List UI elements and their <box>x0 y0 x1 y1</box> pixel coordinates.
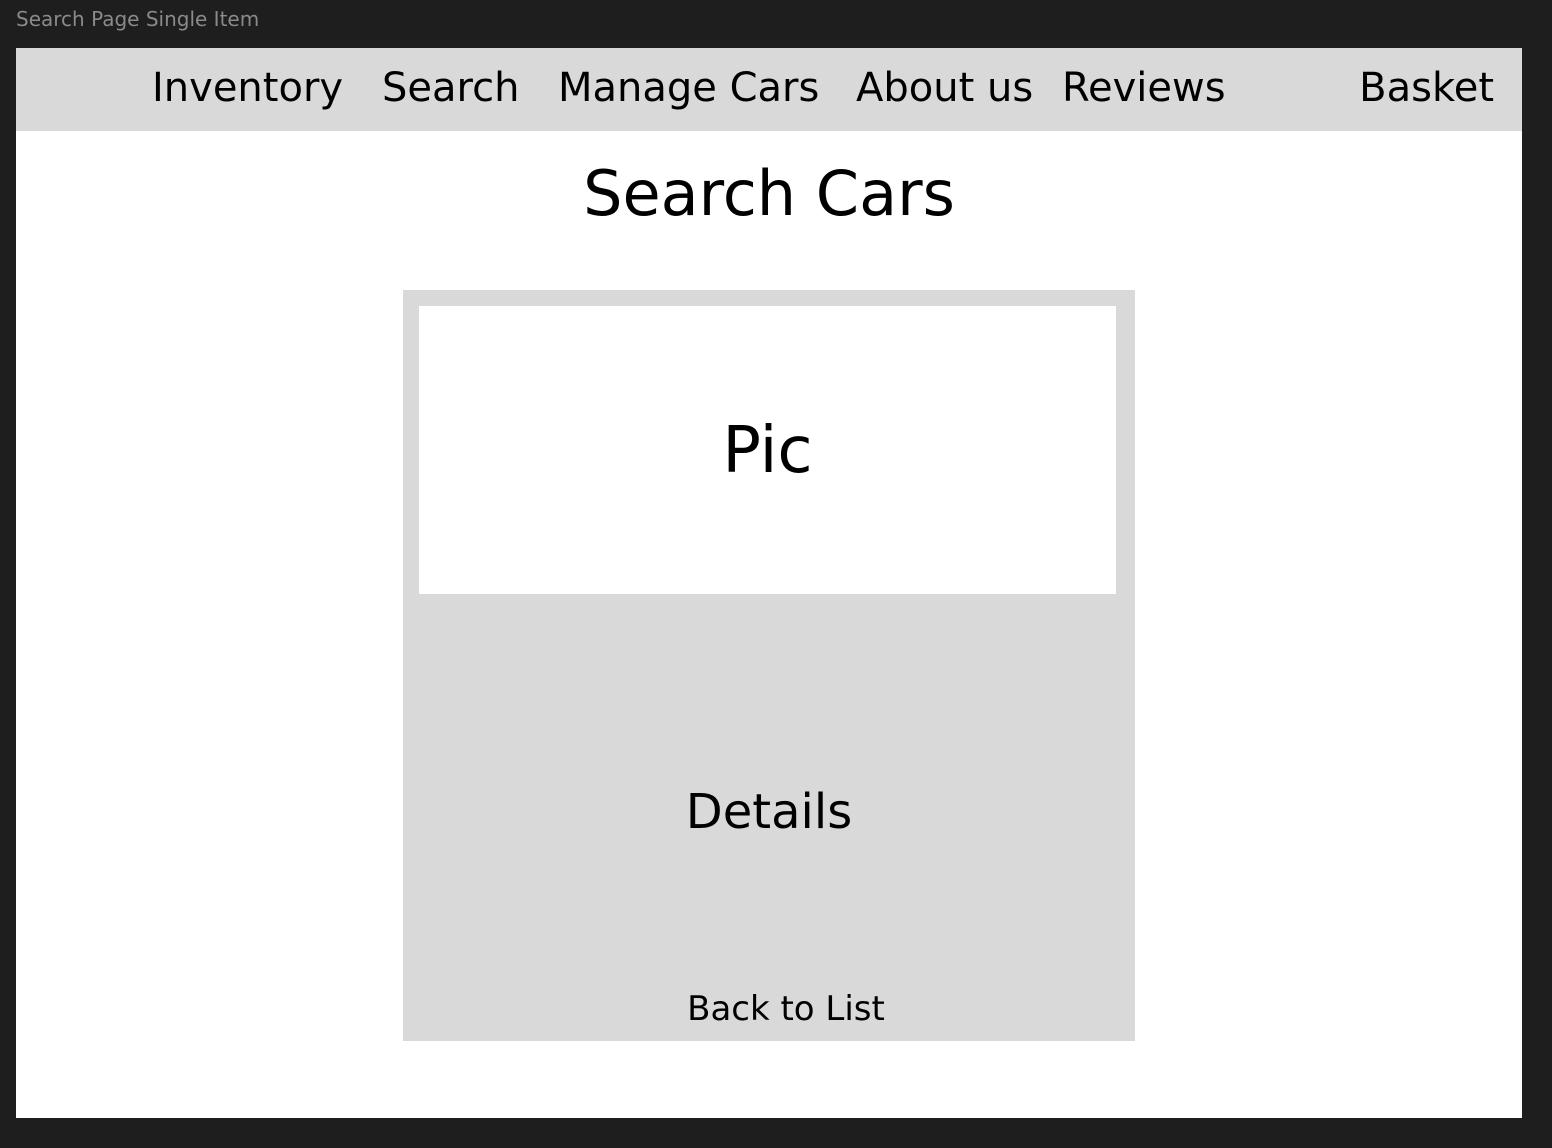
page-title: Search Cars <box>583 157 955 230</box>
car-picture-placeholder: Pic <box>419 306 1116 594</box>
back-to-list-link[interactable]: Back to List <box>403 987 1169 1031</box>
page-frame: Inventory Search Manage Cars About us Re… <box>16 48 1522 1118</box>
details-label: Details <box>685 784 853 840</box>
picture-label: Pic <box>722 414 813 488</box>
nav-item-search[interactable]: Search <box>382 62 519 114</box>
car-detail-card: Pic Details Back to List <box>403 290 1135 1041</box>
nav-item-about-us[interactable]: About us <box>856 62 1033 114</box>
top-navbar: Inventory Search Manage Cars About us Re… <box>16 48 1522 131</box>
nav-item-inventory[interactable]: Inventory <box>152 62 343 114</box>
frame-title: Search Page Single Item <box>16 7 260 31</box>
nav-item-basket[interactable]: Basket <box>1359 62 1494 114</box>
nav-item-manage-cars[interactable]: Manage Cars <box>558 62 819 114</box>
nav-item-reviews[interactable]: Reviews <box>1062 62 1226 114</box>
